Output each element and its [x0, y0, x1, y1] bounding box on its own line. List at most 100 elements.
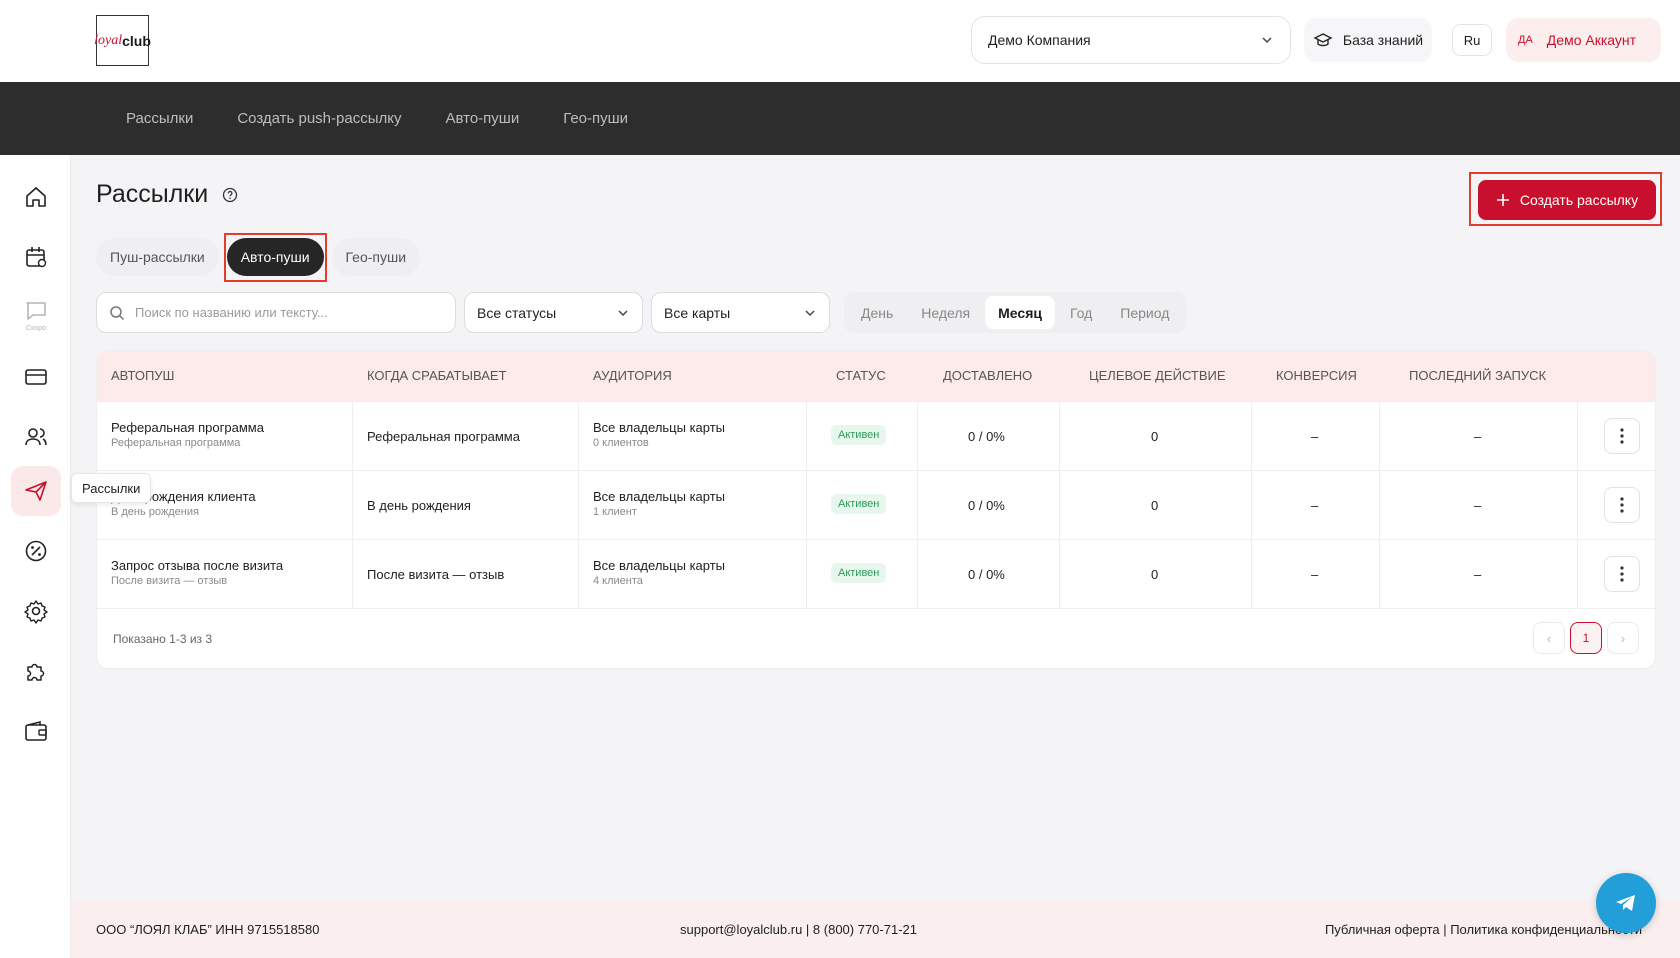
- sidebar-item-users[interactable]: [11, 412, 61, 462]
- search-input[interactable]: Поиск по названию или тексту...: [96, 292, 456, 333]
- highlight-frame-tab: [224, 233, 327, 282]
- create-mailing-button[interactable]: Создать рассылку: [1478, 180, 1656, 220]
- table-header: Автопуш Когда срабатывает Аудитория Стат…: [97, 351, 1655, 401]
- shown-count: Показано 1-3 из 3: [113, 632, 213, 646]
- table-row[interactable]: Запрос отзыва после визита После визита …: [97, 539, 1655, 608]
- tab-push-mailings[interactable]: Пуш-рассылки: [96, 238, 219, 276]
- help-icon[interactable]: [222, 187, 238, 203]
- sidebar-item-mailings[interactable]: [11, 466, 61, 516]
- sidebar-item-calendar[interactable]: [11, 232, 61, 282]
- autopush-title: Реферальная программа: [111, 420, 264, 435]
- period-year[interactable]: Год: [1057, 296, 1105, 329]
- audience-cell: Все владельцы карты 1 клиент: [593, 489, 725, 518]
- status-badge: Активен: [831, 425, 887, 445]
- target-action-cell: 0: [1151, 567, 1159, 582]
- nav-item-mailings[interactable]: Рассылки: [104, 110, 215, 127]
- column-header: Последний запуск: [1409, 368, 1547, 383]
- chevron-left-icon: ‹: [1546, 630, 1552, 646]
- status-select-value: Все статусы: [477, 304, 557, 321]
- avatar: ДА: [1518, 34, 1533, 46]
- soon-badge: Скоро: [26, 325, 46, 332]
- footer-company: ООО “ЛОЯЛ КЛАБ” ИНН 9715518580: [96, 922, 320, 937]
- sidebar-item-settings[interactable]: [11, 586, 61, 636]
- autopush-subtitle: Реферальная программа: [111, 437, 241, 449]
- target-action-cell: 0: [1151, 498, 1159, 513]
- more-vertical-icon: [1620, 566, 1624, 582]
- filters-bar: Поиск по названию или тексту... Все стат…: [96, 292, 1187, 333]
- period-day[interactable]: День: [848, 296, 906, 329]
- pagination-prev-button[interactable]: ‹: [1533, 622, 1565, 654]
- page-title-text: Рассылки: [96, 180, 209, 208]
- status-badge-text: Активен: [831, 563, 887, 583]
- chat-icon: [26, 302, 46, 320]
- tab-geo-push[interactable]: Гео-пуши: [331, 238, 421, 276]
- gear-icon: [24, 600, 48, 624]
- column-header: Доставлено: [943, 368, 1033, 383]
- audience-title: Все владельцы карты: [593, 420, 726, 435]
- status-select[interactable]: Все статусы: [464, 292, 643, 333]
- telegram-button[interactable]: [1596, 873, 1656, 933]
- row-actions-button[interactable]: [1604, 487, 1640, 523]
- audience-count: 0 клиентов: [593, 437, 649, 449]
- language-button[interactable]: Ru: [1452, 24, 1492, 56]
- nav-item-geo-push[interactable]: Гео-пуши: [541, 110, 650, 127]
- table-row[interactable]: День рождения клиента В день рождения В …: [97, 470, 1655, 539]
- create-mailing-label: Создать рассылку: [1519, 192, 1639, 208]
- sidebar-item-home[interactable]: [11, 172, 61, 222]
- top-navigation: Рассылки Создать push-рассылку Авто-пуши…: [0, 82, 1680, 155]
- cards-select-value: Все карты: [664, 304, 731, 321]
- sidebar-item-integrations[interactable]: [11, 646, 61, 696]
- pagination-next-button[interactable]: ›: [1607, 622, 1639, 654]
- chevron-right-icon: ›: [1620, 630, 1626, 646]
- column-header: Статус: [836, 368, 886, 383]
- app-header: loyal club Демо Компания База знаний Ru Д…: [0, 0, 1680, 82]
- last-run-cell: –: [1474, 567, 1482, 582]
- period-month[interactable]: Месяц: [985, 296, 1055, 329]
- trigger-cell: Реферальная программа: [367, 429, 520, 444]
- table-row[interactable]: Реферальная программа Реферальная програ…: [97, 401, 1655, 470]
- status-badge-text: Активен: [831, 425, 887, 445]
- nav-item-auto-push[interactable]: Авто-пуши: [423, 110, 541, 127]
- puzzle-icon: [27, 663, 45, 681]
- autopush-subtitle: В день рождения: [111, 506, 199, 518]
- trigger-cell: После визита — отзыв: [367, 567, 505, 582]
- knowledge-base-label: База знаний: [1342, 32, 1424, 48]
- period-week[interactable]: Неделя: [908, 296, 983, 329]
- column-header: Когда срабатывает: [367, 368, 507, 383]
- sidebar-item-discounts[interactable]: [11, 526, 61, 576]
- page-title: Рассылки: [96, 180, 238, 209]
- audience-title: Все владельцы карты: [593, 489, 726, 504]
- chevron-down-icon: [1262, 37, 1272, 44]
- footer-contacts[interactable]: support@loyalclub.ru | 8 (800) 770-71-21: [680, 922, 917, 937]
- sidebar-item-wallet[interactable]: [11, 706, 61, 756]
- nav-item-create-push[interactable]: Создать push-рассылку: [215, 110, 423, 127]
- account-name: Демо Аккаунт: [1546, 32, 1637, 48]
- knowledge-base-button[interactable]: База знаний: [1304, 18, 1432, 62]
- chevron-down-icon: [618, 309, 628, 316]
- search-icon: [110, 305, 125, 320]
- status-badge: Активен: [831, 563, 887, 583]
- logo-club: club: [122, 32, 151, 49]
- audience-cell: Все владельцы карты 4 клиента: [593, 558, 725, 587]
- search-placeholder: Поиск по названию или тексту...: [135, 305, 328, 320]
- account-button[interactable]: ДА Демо Аккаунт: [1506, 18, 1661, 62]
- autopush-name-cell: Запрос отзыва после визита После визита …: [111, 558, 283, 587]
- period-custom[interactable]: Период: [1107, 296, 1182, 329]
- cards-select[interactable]: Все карты: [651, 292, 830, 333]
- sidebar-item-chat[interactable]: Скоро: [11, 290, 61, 340]
- home-icon: [26, 187, 46, 207]
- row-actions-button[interactable]: [1604, 418, 1640, 454]
- send-icon: [25, 481, 47, 501]
- sidebar-item-cards[interactable]: [11, 352, 61, 402]
- audience-count: 4 клиента: [593, 575, 643, 587]
- pagination-page-button[interactable]: 1: [1570, 622, 1602, 654]
- status-badge-text: Активен: [831, 494, 887, 514]
- autopush-title: Запрос отзыва после визита: [111, 558, 284, 573]
- logo[interactable]: loyal club: [94, 15, 151, 66]
- footer-links[interactable]: Публичная оферта | Политика конфиденциал…: [1325, 922, 1642, 937]
- column-header: Аудитория: [593, 368, 672, 383]
- graduation-cap-icon: [1313, 33, 1333, 47]
- conversion-cell: –: [1311, 429, 1319, 444]
- company-select[interactable]: Демо Компания: [971, 16, 1291, 64]
- row-actions-button[interactable]: [1604, 556, 1640, 592]
